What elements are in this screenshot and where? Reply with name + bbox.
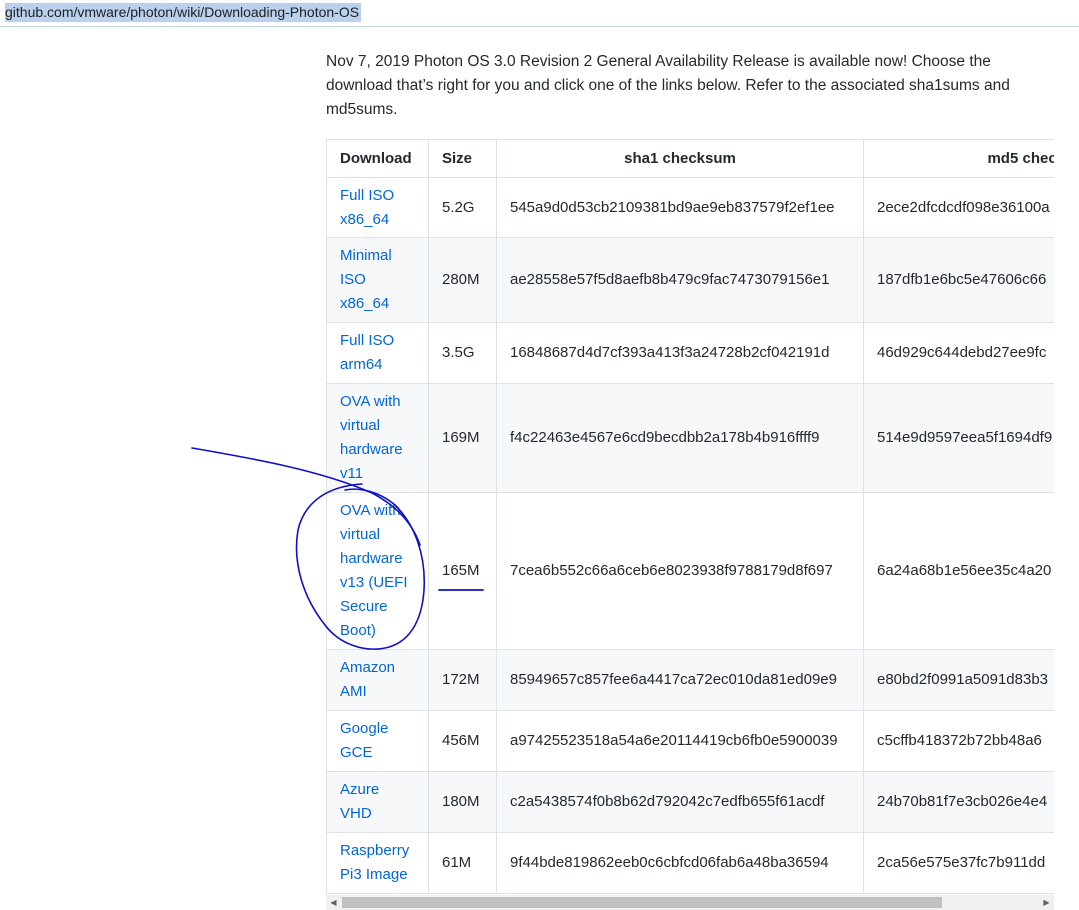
table-row: Raspberry Pi3 Image 61M 9f44bde819862eeb… (326, 832, 1054, 894)
size-cell: 180M (428, 771, 497, 833)
md5-cell: 6a24a68b1e56ee35c4a20 (863, 492, 1054, 650)
md5-cell: 24b70b81f7e3cb026e4e4 (863, 771, 1054, 833)
download-link[interactable]: Google GCE (340, 720, 388, 761)
table-row: OVA with virtual hardware v13 (UEFI Secu… (326, 492, 1054, 650)
size-cell: 456M (428, 710, 497, 772)
download-link[interactable]: Amazon AMI (340, 659, 395, 700)
table-row: OVA with virtual hardware v11 169M f4c22… (326, 383, 1054, 493)
sha1-cell: 85949657c857fee6a4417ca72ec010da81ed09e9 (496, 649, 864, 711)
header-md5: md5 checksu (863, 139, 1054, 178)
download-cell: Full ISO x86_64 (326, 177, 429, 238)
table-row: Minimal ISO x86_64 280M ae28558e57f5d8ae… (326, 237, 1054, 323)
size-cell: 165M (428, 492, 497, 650)
release-intro: Nov 7, 2019 Photon OS 3.0 Revision 2 Gen… (326, 53, 1010, 118)
download-link[interactable]: Minimal ISO x86_64 (340, 247, 392, 312)
table-row: Full ISO x86_64 5.2G 545a9d0d53cb2109381… (326, 177, 1054, 238)
sha1-cell: 7cea6b552c66a6ceb6e8023938f9788179d8f697 (496, 492, 864, 650)
wiki-content: Nov 7, 2019 Photon OS 3.0 Revision 2 Gen… (326, 26, 1054, 910)
download-cell: Google GCE (326, 710, 429, 772)
download-link[interactable]: Azure VHD (340, 781, 379, 822)
md5-cell: 2ece2dfcdcdf098e36100a (863, 177, 1054, 238)
downloads-table-wrapper: Download Size sha1 checksum md5 checksu … (326, 139, 1054, 894)
download-cell: OVA with virtual hardware v11 (326, 383, 429, 493)
size-cell: 61M (428, 832, 497, 894)
sha1-cell: a97425523518a54a6e20114419cb6fb0e5900039 (496, 710, 864, 772)
table-row: Google GCE 456M a97425523518a54a6e201144… (326, 710, 1054, 772)
header-sha1: sha1 checksum (496, 139, 864, 178)
md5-cell: 46d929c644debd27ee9fc (863, 322, 1054, 384)
download-cell: Minimal ISO x86_64 (326, 237, 429, 323)
table-row: Amazon AMI 172M 85949657c857fee6a4417ca7… (326, 649, 1054, 711)
download-link[interactable]: OVA with virtual hardware v11 (340, 393, 403, 482)
size-cell: 172M (428, 649, 497, 711)
md5-cell: e80bd2f0991a5091d83b3 (863, 649, 1054, 711)
sha1-cell: ae28558e57f5d8aefb8b479c9fac7473079156e1 (496, 237, 864, 323)
sha1-cell: 9f44bde819862eeb0c6cbfcd06fab6a48ba36594 (496, 832, 864, 894)
url-text[interactable]: github.com/vmware/photon/wiki/Downloadin… (5, 3, 362, 22)
download-cell: Amazon AMI (326, 649, 429, 711)
sha1-cell: f4c22463e4567e6cd9becdbb2a178b4b916ffff9 (496, 383, 864, 493)
header-size: Size (428, 139, 497, 178)
horizontal-scrollbar[interactable]: ◀ ▶ (326, 895, 1054, 910)
download-link[interactable]: Full ISO x86_64 (340, 187, 394, 228)
scrollbar-thumb[interactable] (342, 897, 942, 908)
scroll-left-arrow-icon[interactable]: ◀ (326, 895, 341, 910)
sha1-cell: 16848687d4d7cf393a413f3a24728b2cf042191d (496, 322, 864, 384)
download-link[interactable]: Full ISO arm64 (340, 332, 394, 373)
table-row: Azure VHD 180M c2a5438574f0b8b62d792042c… (326, 771, 1054, 833)
header-download: Download (326, 139, 429, 178)
download-cell: OVA with virtual hardware v13 (UEFI Secu… (326, 492, 429, 650)
size-cell: 3.5G (428, 322, 497, 384)
size-cell: 5.2G (428, 177, 497, 238)
md5-cell: c5cffb418372b72bb48a6 (863, 710, 1054, 772)
md5-cell: 2ca56e575e37fc7b911dd (863, 832, 1054, 894)
download-link[interactable]: OVA with virtual hardware v13 (UEFI Secu… (340, 502, 408, 639)
size-cell: 280M (428, 237, 497, 323)
download-cell: Full ISO arm64 (326, 322, 429, 384)
table-row: Full ISO arm64 3.5G 16848687d4d7cf393a41… (326, 322, 1054, 384)
download-cell: Raspberry Pi3 Image (326, 832, 429, 894)
md5-cell: 187dfb1e6bc5e47606c66 (863, 237, 1054, 323)
download-link[interactable]: Raspberry Pi3 Image (340, 842, 409, 883)
sha1-cell: c2a5438574f0b8b62d792042c7edfb655f61acdf (496, 771, 864, 833)
download-cell: Azure VHD (326, 771, 429, 833)
size-cell: 169M (428, 383, 497, 493)
md5-cell: 514e9d9597eea5f1694df9 (863, 383, 1054, 493)
scroll-right-arrow-icon[interactable]: ▶ (1039, 895, 1054, 910)
address-bar[interactable]: github.com/vmware/photon/wiki/Downloadin… (0, 0, 1079, 27)
table-header-row: Download Size sha1 checksum md5 checksu (326, 139, 1054, 178)
downloads-table: Download Size sha1 checksum md5 checksu … (326, 139, 1054, 894)
sha1-cell: 545a9d0d53cb2109381bd9ae9eb837579f2ef1ee (496, 177, 864, 238)
